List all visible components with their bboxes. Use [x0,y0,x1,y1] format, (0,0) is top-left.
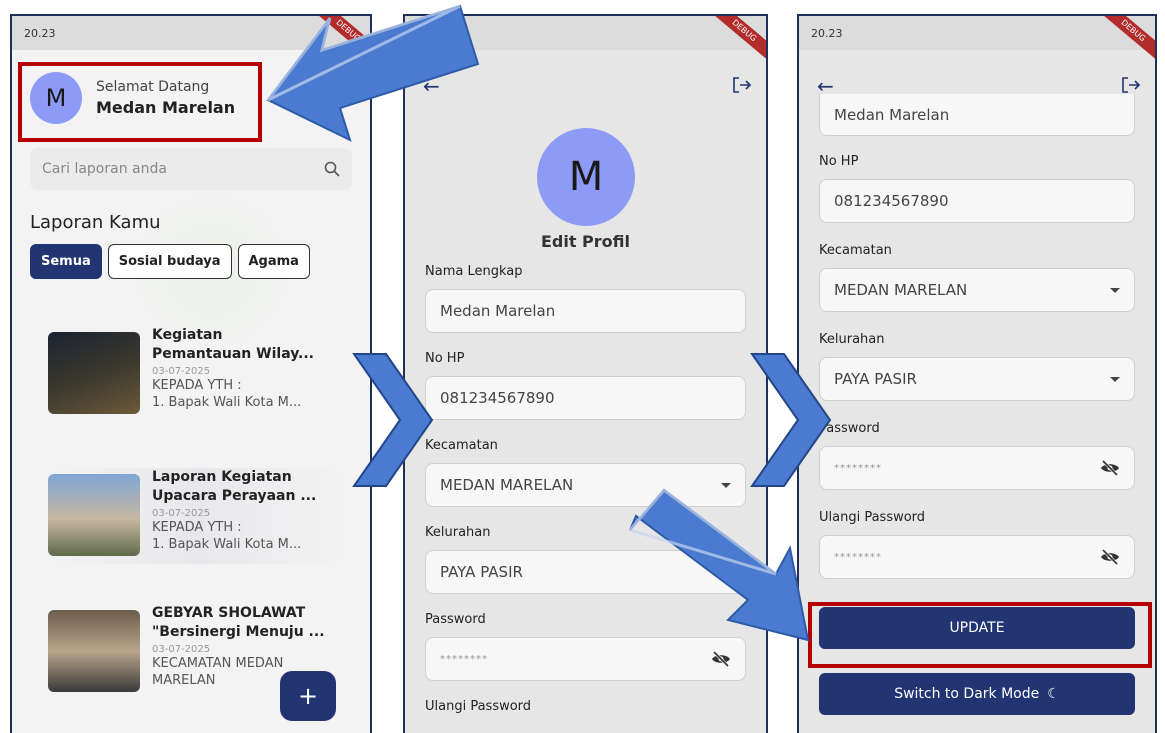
profile-avatar[interactable]: M [537,128,635,226]
password-label: Password [425,612,486,627]
report-date: 03-07-2025 [152,366,211,377]
logout-icon[interactable] [732,76,752,94]
kecamatan-label: Kecamatan [425,438,498,453]
status-time: 20.23 [24,26,56,40]
report-title: Laporan Kegiatan [152,469,292,485]
report-title-line2: Pemantauan Wilay... [152,346,315,362]
edit-profile-scrolled-screen: 20.23 DEBUG ← Medan Marelan No HP 081234… [797,14,1157,733]
kelurahan-label: Kelurahan [425,525,491,540]
report-card[interactable]: Kegiatan Pemantauan Wilay... 03-07-2025 … [48,326,348,422]
chevron-down-icon [721,482,731,488]
edit-form: Nama Lengkap Medan Marelan No HP 0812345… [425,264,746,724]
kelurahan-label: Kelurahan [819,332,885,347]
logout-icon[interactable] [1121,76,1141,94]
name-field[interactable]: Medan Marelan [819,94,1135,136]
user-name: Medan Marelan [96,98,236,117]
phone-label: No HP [819,154,859,169]
kecamatan-value: MEDAN MARELAN [834,281,968,299]
report-thumbnail [48,610,140,692]
report-date: 03-07-2025 [152,508,211,519]
search-input[interactable]: Cari laporan anda [42,161,167,177]
name-field[interactable]: Medan Marelan [425,289,746,333]
kecamatan-dropdown[interactable]: MEDAN MARELAN [819,268,1135,312]
home-screen: 20.23 DEBUG M Selamat Datang Medan Marel… [10,14,372,733]
avatar[interactable]: M [30,72,82,124]
report-summary-line2: 1. Bapak Wali Kota M... [152,395,302,410]
eye-off-icon[interactable] [1100,549,1120,565]
avatar-letter: M [568,154,604,200]
repeat-password-value: ******** [834,551,882,563]
welcome-header: M Selamat Datang Medan Marelan [30,72,235,124]
password-field[interactable]: ******** [819,446,1135,490]
report-title: GEBYAR SHOLAWAT [152,605,306,621]
repeat-password-field[interactable]: ******** [819,535,1135,579]
filter-chip-agama[interactable]: Agama [237,244,310,279]
edit-profile-screen: 20.23 DEBUG ← M Edit Profil Nama Lengkap… [403,14,768,733]
chevron-down-icon [1110,376,1120,382]
eye-off-icon[interactable] [711,651,731,667]
search-bar[interactable]: Cari laporan anda [30,148,352,190]
dark-mode-button[interactable]: Switch to Dark Mode ☾ [819,673,1135,715]
back-arrow-icon[interactable]: ← [423,74,440,98]
phone-field[interactable]: 081234567890 [819,179,1135,223]
search-icon[interactable] [324,161,340,177]
report-card[interactable]: Laporan Kegiatan Upacara Perayaan ... 03… [48,468,348,564]
page-title: Edit Profil [540,232,631,251]
phone-label: No HP [425,351,465,366]
kelurahan-dropdown[interactable]: PAYA PASIR [425,550,746,594]
repeat-password-label: Ulangi Password [425,699,532,714]
phone-field[interactable]: 081234567890 [425,376,746,420]
edit-form-scrolled: Medan Marelan No HP 081234567890 Kecamat… [819,94,1135,715]
report-summary-line2: 1. Bapak Wali Kota M... [152,537,302,552]
status-bar: 20.23 [12,16,370,50]
greeting-text: Selamat Datang [96,79,210,95]
status-time: 20.23 [417,26,449,40]
kelurahan-value: PAYA PASIR [834,370,917,388]
avatar-letter: M [45,84,67,112]
status-bar: 20.23 [799,16,1155,50]
status-bar: 20.23 [405,16,766,50]
eye-off-icon[interactable] [1100,460,1120,476]
kelurahan-dropdown[interactable]: PAYA PASIR [819,357,1135,401]
filter-chips: Semua Sosial budaya Agama [30,244,310,279]
kecamatan-dropdown[interactable]: MEDAN MARELAN [425,463,746,507]
report-summary: KECAMATAN MEDAN [152,656,284,671]
chevron-down-icon [1110,287,1120,293]
update-button[interactable]: UPDATE [819,607,1135,649]
report-title: Kegiatan [152,327,223,343]
password-field[interactable]: ******** [425,637,746,681]
report-summary: KEPADA YTH : [152,378,242,393]
report-title-line2: "Bersinergi Menuju ... [152,624,325,640]
password-value: ******** [440,653,488,665]
password-value: ******** [834,462,882,474]
report-date: 03-07-2025 [152,644,211,655]
plus-icon: + [297,682,319,710]
add-report-button[interactable]: + [280,671,336,721]
report-thumbnail [48,474,140,556]
password-label: Password [819,421,880,436]
report-thumbnail [48,332,140,414]
name-label: Nama Lengkap [425,264,523,279]
status-time: 20.23 [811,26,843,40]
repeat-password-label: Ulangi Password [819,510,926,525]
moon-icon: ☾ [1047,686,1060,702]
report-title-line2: Upacara Perayaan ... [152,488,317,504]
filter-chip-semua[interactable]: Semua [30,244,102,279]
kecamatan-value: MEDAN MARELAN [440,476,574,494]
report-summary: KEPADA YTH : [152,520,242,535]
dark-mode-label: Switch to Dark Mode [894,686,1040,702]
filter-chip-sosial-budaya[interactable]: Sosial budaya [107,244,232,279]
section-title: Laporan Kamu [30,212,161,233]
kelurahan-value: PAYA PASIR [440,563,523,581]
kecamatan-label: Kecamatan [819,243,892,258]
